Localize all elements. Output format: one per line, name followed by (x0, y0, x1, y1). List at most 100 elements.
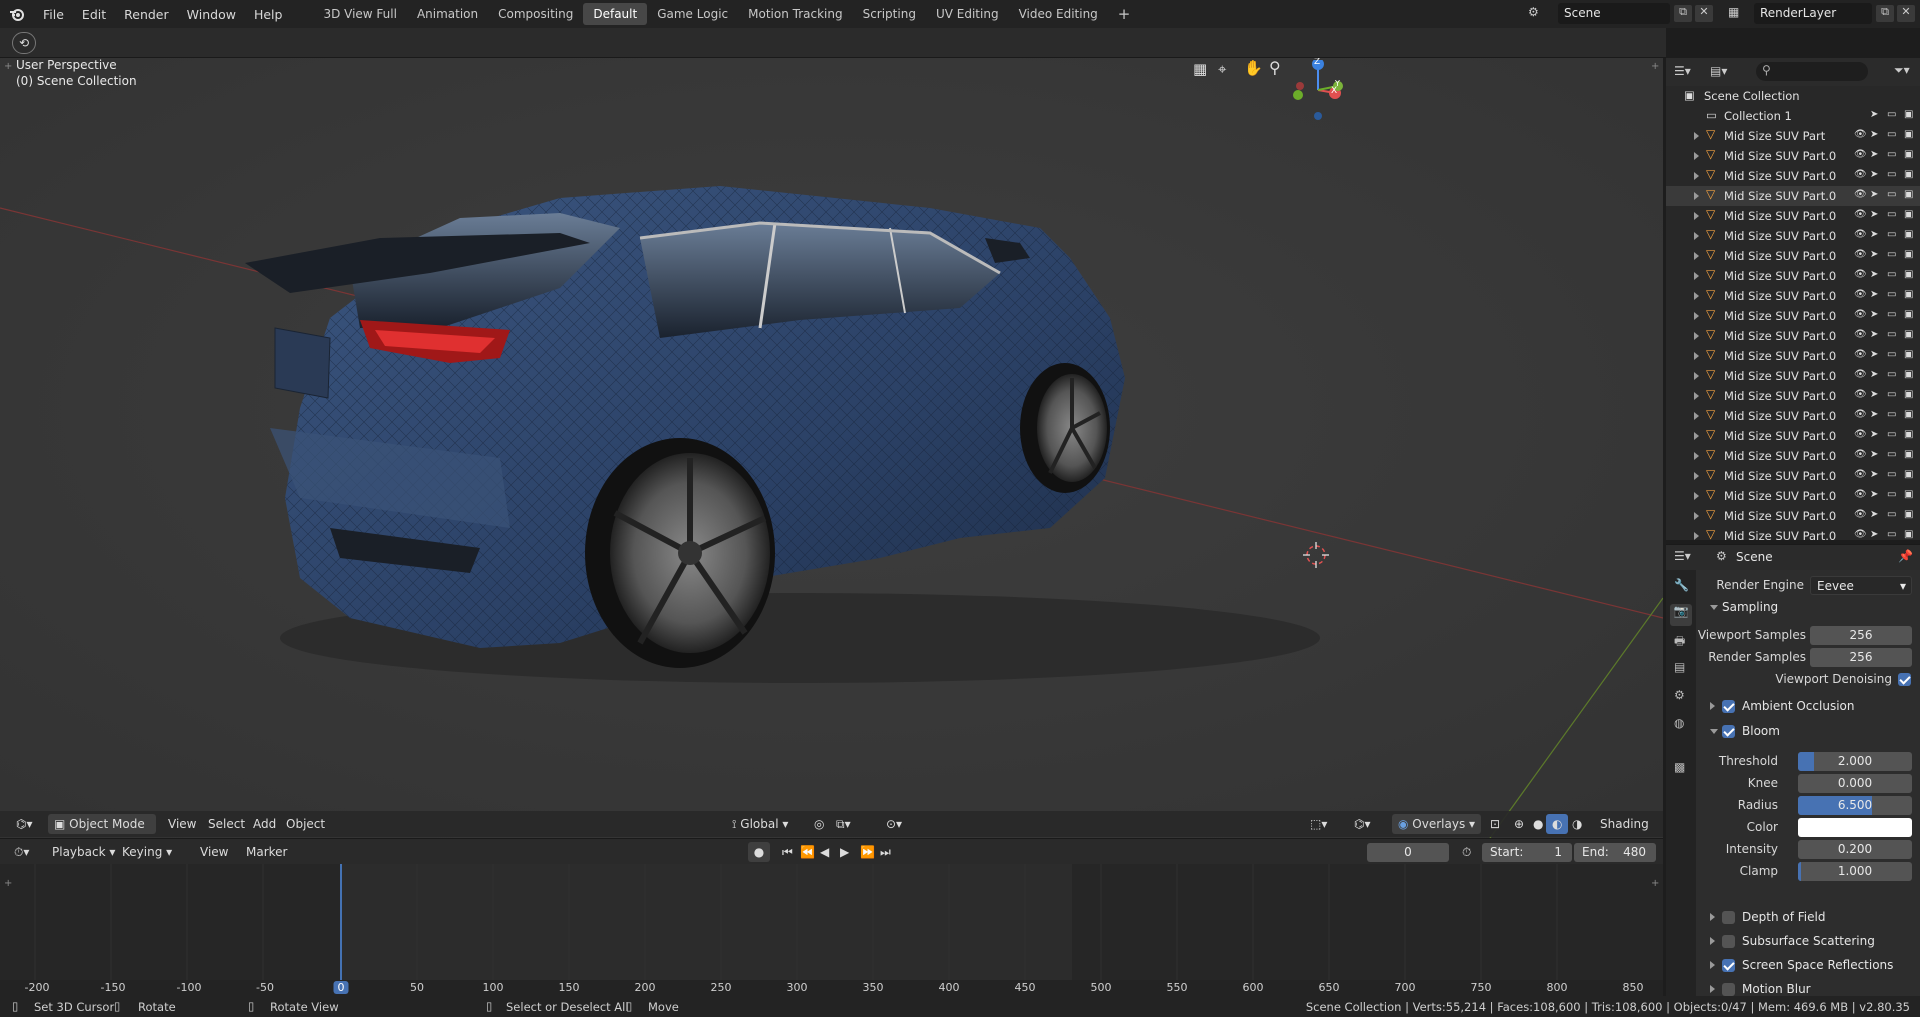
viewport-display-icon[interactable]: ▭ (1887, 389, 1896, 400)
play-icon[interactable]: ▶ (834, 842, 855, 862)
delete-scene-icon[interactable]: ✕ (1695, 5, 1713, 22)
tab-motion-tracking[interactable]: Motion Tracking (738, 3, 852, 25)
viewport-display-icon[interactable]: ▭ (1887, 469, 1896, 480)
timeline-area[interactable]: + + (0, 864, 1663, 982)
selectable-arrow-icon[interactable]: ➤ (1870, 189, 1878, 200)
timeline-expand-icon[interactable]: + (1651, 878, 1659, 889)
texture-tab-icon[interactable]: ▩ (1674, 760, 1685, 774)
selectable-arrow-icon[interactable]: ➤ (1870, 329, 1878, 340)
proportional-edit-icon[interactable]: ⊙▾ (880, 814, 908, 834)
visibility-eye-icon[interactable]: 👁 (1854, 289, 1867, 300)
visibility-eye-icon[interactable]: 👁 (1854, 409, 1867, 420)
render-camera-icon[interactable]: ▣ (1904, 489, 1913, 500)
viewport-display-icon[interactable]: ▭ (1887, 309, 1896, 320)
render-camera-icon[interactable]: ▣ (1904, 429, 1913, 440)
viewport-display-icon[interactable]: ▭ (1887, 129, 1896, 140)
selectable-arrow-icon[interactable]: ➤ (1870, 469, 1878, 480)
outliner-item[interactable]: ▽ Mid Size SUV Part.0 👁 ➤ ▭ ▣ (1666, 146, 1920, 166)
viewport-display-icon[interactable]: ▭ (1887, 289, 1896, 300)
selectable-arrow-icon[interactable]: ➤ (1870, 369, 1878, 380)
outliner-item[interactable]: ▽ Mid Size SUV Part.0 👁 ➤ ▭ ▣ (1666, 506, 1920, 526)
outliner-item[interactable]: ▽ Mid Size SUV Part.0 👁 ➤ ▭ ▣ (1666, 366, 1920, 386)
bloom-header[interactable]: Bloom (1742, 724, 1780, 738)
scene-name-field[interactable]: Scene (1558, 3, 1670, 24)
outliner-item[interactable]: ▽ Mid Size SUV Part.0 👁 ➤ ▭ ▣ (1666, 286, 1920, 306)
menu-keying[interactable]: Keying ▾ (116, 842, 178, 862)
visibility-eye-icon[interactable]: 👁 (1854, 149, 1867, 160)
visibility-eye-icon[interactable]: 👁 (1854, 269, 1867, 280)
tab-video-editing[interactable]: Video Editing (1009, 3, 1108, 25)
selectable-arrow-icon[interactable]: ➤ (1870, 389, 1878, 400)
outliner-item[interactable]: ▽ Mid Size SUV Part.0 👁 ➤ ▭ ▣ (1666, 526, 1920, 546)
render-camera-icon[interactable]: ▣ (1904, 369, 1913, 380)
scene-tab-icon[interactable]: ⚙ (1674, 688, 1685, 702)
selectable-arrow-icon[interactable]: ➤ (1870, 269, 1878, 280)
outliner-panel[interactable]: ☰▾ ▤▾ ⚲ ⏷▾ ▣ Scene Collection ▭ Collection … (1666, 58, 1920, 543)
end-frame-field[interactable]: End: 480 (1574, 843, 1656, 862)
visibility-eye-icon[interactable]: 👁 (1854, 509, 1867, 520)
knee-slider[interactable]: 0.000 (1798, 774, 1912, 793)
timeline-channels-expand-icon[interactable]: + (4, 878, 12, 889)
outliner-item[interactable]: ▽ Mid Size SUV Part.0 👁 ➤ ▭ ▣ (1666, 426, 1920, 446)
outliner-item[interactable]: ▽ Mid Size SUV Part.0 👁 ➤ ▭ ▣ (1666, 266, 1920, 286)
bloom-checkbox[interactable] (1722, 725, 1735, 738)
bloom-color-swatch[interactable] (1798, 818, 1912, 837)
menu-object[interactable]: Object (280, 814, 331, 834)
render-camera-icon[interactable]: ▣ (1904, 129, 1913, 140)
render-camera-icon[interactable]: ▣ (1904, 169, 1913, 180)
outliner-item[interactable]: ▽ Mid Size SUV Part.0 👁 ➤ ▭ ▣ (1666, 246, 1920, 266)
visibility-eye-icon[interactable]: 👁 (1854, 529, 1867, 540)
menu-edit[interactable]: Edit (73, 7, 115, 22)
snap-icon[interactable]: ⧉▾ (830, 814, 857, 834)
properties-editor-icon[interactable]: ☰▾ (1674, 549, 1691, 563)
render-camera-icon[interactable]: ▣ (1904, 389, 1913, 400)
viewport-expand-icon[interactable]: + (1651, 61, 1659, 72)
outliner-item[interactable]: ▽ Mid Size SUV Part 👁 ➤ ▭ ▣ (1666, 126, 1920, 146)
viewport-display-icon[interactable]: ▭ (1887, 509, 1896, 520)
depth-of-field-header[interactable]: Depth of Field (1742, 910, 1825, 924)
selectable-arrow-icon[interactable]: ➤ (1870, 229, 1878, 240)
outliner-item[interactable]: ▽ Mid Size SUV Part.0 👁 ➤ ▭ ▣ (1666, 226, 1920, 246)
render-camera-icon[interactable]: ▣ (1904, 329, 1913, 340)
viewport-display-icon[interactable]: ▭ (1887, 249, 1896, 260)
render-camera-icon[interactable]: ▣ (1904, 469, 1913, 480)
selectable-arrow-icon[interactable]: ➤ (1870, 429, 1878, 440)
outliner-item[interactable]: ▽ Mid Size SUV Part.0 👁 ➤ ▭ ▣ (1666, 466, 1920, 486)
tab-uv-editing[interactable]: UV Editing (926, 3, 1009, 25)
intensity-slider[interactable]: 0.200 (1798, 840, 1912, 859)
ambient-occlusion-checkbox[interactable] (1722, 700, 1735, 713)
properties-panel[interactable]: ☰▾ ⚙ Scene 📌 Render Engine Eevee ▾ Sampli… (1666, 544, 1920, 996)
output-tab-icon[interactable]: 🖶 (1674, 632, 1685, 653)
menu-window[interactable]: Window (178, 7, 245, 22)
visibility-eye-icon[interactable]: 👁 (1854, 469, 1867, 480)
display-mode-icon[interactable]: ▤▾ (1710, 64, 1727, 78)
viewport-display-icon[interactable]: ▭ (1887, 529, 1896, 540)
preview-range-icon[interactable]: ⏱ (1456, 842, 1477, 862)
editor-type-icon[interactable]: ⌬▾ (10, 814, 39, 834)
render-camera-icon[interactable]: ▣ (1904, 229, 1913, 240)
outliner-item[interactable]: ▽ Mid Size SUV Part.0 👁 ➤ ▭ ▣ (1666, 166, 1920, 186)
selectable-arrow-icon[interactable]: ➤ (1870, 289, 1878, 300)
ambient-occlusion-header[interactable]: Ambient Occlusion (1742, 699, 1854, 713)
tab-scripting[interactable]: Scripting (853, 3, 926, 25)
render-camera-icon[interactable]: ▣ (1904, 449, 1913, 460)
timeline-editor-type-icon[interactable]: ⏱▾ (8, 842, 35, 862)
tool-tab-icon[interactable]: 🔧 (1674, 578, 1689, 592)
subsurface-scattering-header[interactable]: Subsurface Scattering (1742, 934, 1875, 948)
outliner-item[interactable]: ▽ Mid Size SUV Part.0 👁 ➤ ▭ ▣ (1666, 186, 1920, 206)
outliner-scene-collection[interactable]: ▣ Scene Collection (1666, 86, 1920, 106)
orientation-selector[interactable]: ⟟ Global ▾ (726, 814, 794, 834)
threshold-slider[interactable]: 2.000 (1798, 752, 1912, 771)
selectable-arrow-icon[interactable]: ➤ (1870, 129, 1878, 140)
outliner-search-input[interactable]: ⚲ (1756, 62, 1868, 81)
new-layer-icon[interactable]: ⧉ (1876, 5, 1894, 22)
blender-logo-icon[interactable] (0, 0, 34, 28)
render-tab-icon[interactable]: 📷 (1670, 604, 1692, 626)
menu-playback[interactable]: Playback ▾ (46, 842, 121, 862)
outliner-item[interactable]: ▽ Mid Size SUV Part.0 👁 ➤ ▭ ▣ (1666, 386, 1920, 406)
render-camera-icon[interactable]: ▣ (1904, 349, 1913, 360)
filter-icon[interactable]: ⏷▾ (1894, 63, 1910, 78)
frame-ruler[interactable]: -200 -150 -100 -50 0 50 100 150 200 250 300 350 400 4… (0, 980, 1663, 996)
visibility-eye-icon[interactable]: 👁 (1854, 449, 1867, 460)
visibility-eye-icon[interactable]: 👁 (1854, 489, 1867, 500)
